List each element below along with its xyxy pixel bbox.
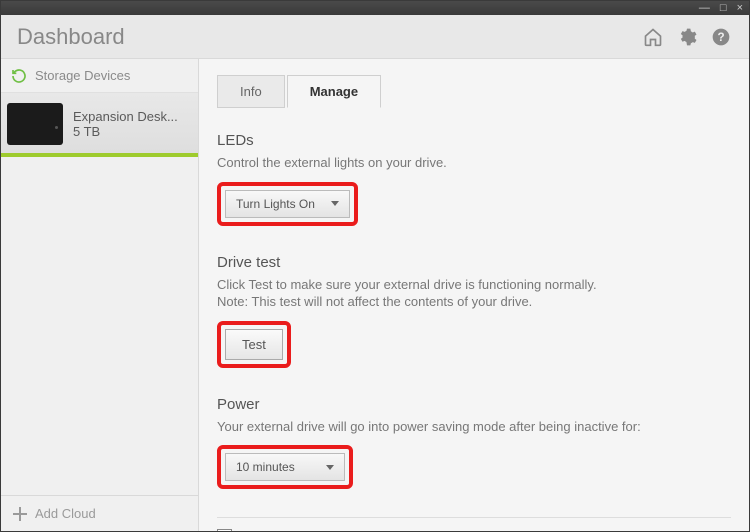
default-backup-checkbox[interactable] bbox=[217, 529, 232, 531]
titlebar: — □ × bbox=[1, 1, 749, 15]
close-button[interactable]: × bbox=[737, 3, 743, 14]
divider bbox=[217, 517, 731, 518]
page-title: Dashboard bbox=[17, 24, 631, 50]
sidebar-header[interactable]: Storage Devices bbox=[1, 59, 198, 93]
drive-test-desc-line1: Click Test to make sure your external dr… bbox=[217, 277, 597, 292]
section-power: Power Your external drive will go into p… bbox=[217, 396, 731, 490]
leds-dropdown-value: Turn Lights On bbox=[236, 197, 315, 211]
tab-info[interactable]: Info bbox=[217, 75, 285, 108]
sidebar-item-device[interactable]: Expansion Desk... 5 TB bbox=[1, 93, 198, 157]
highlight-power: 10 minutes bbox=[217, 445, 353, 489]
device-info: Expansion Desk... 5 TB bbox=[73, 109, 178, 139]
leds-dropdown[interactable]: Turn Lights On bbox=[225, 190, 350, 218]
power-dropdown[interactable]: 10 minutes bbox=[225, 453, 345, 481]
body: Storage Devices Expansion Desk... 5 TB A… bbox=[1, 59, 749, 531]
add-cloud-label: Add Cloud bbox=[35, 506, 96, 521]
tabs: Info Manage bbox=[217, 75, 731, 108]
refresh-icon bbox=[11, 68, 27, 84]
tab-manage[interactable]: Manage bbox=[287, 75, 381, 108]
home-icon[interactable] bbox=[641, 25, 665, 49]
help-icon[interactable]: ? bbox=[709, 25, 733, 49]
default-backup-row: Use this device for default backup bbox=[217, 528, 731, 531]
chevron-down-icon bbox=[326, 465, 334, 470]
device-name: Expansion Desk... bbox=[73, 109, 178, 124]
power-desc: Your external drive will go into power s… bbox=[217, 418, 731, 436]
drive-test-desc: Click Test to make sure your external dr… bbox=[217, 276, 731, 311]
highlight-leds: Turn Lights On bbox=[217, 182, 358, 226]
sidebar-spacer bbox=[1, 157, 198, 495]
drive-test-title: Drive test bbox=[217, 254, 731, 271]
leds-desc: Control the external lights on your driv… bbox=[217, 154, 731, 172]
power-dropdown-value: 10 minutes bbox=[236, 460, 295, 474]
header: Dashboard ? bbox=[1, 15, 749, 59]
section-leds: LEDs Control the external lights on your… bbox=[217, 132, 731, 226]
section-drive-test: Drive test Click Test to make sure your … bbox=[217, 254, 731, 368]
add-cloud-button[interactable]: Add Cloud bbox=[1, 495, 198, 531]
default-backup-label: Use this device for default backup bbox=[238, 528, 448, 531]
leds-title: LEDs bbox=[217, 132, 731, 149]
app-window: — □ × Dashboard ? Storage Devices bbox=[0, 0, 750, 532]
test-button[interactable]: Test bbox=[225, 329, 283, 360]
highlight-test: Test bbox=[217, 321, 291, 368]
gear-icon[interactable] bbox=[675, 25, 699, 49]
device-thumbnail bbox=[7, 103, 63, 145]
content: Info Manage LEDs Control the external li… bbox=[199, 59, 749, 531]
minimize-button[interactable]: — bbox=[699, 3, 710, 14]
sidebar: Storage Devices Expansion Desk... 5 TB A… bbox=[1, 59, 199, 531]
svg-text:?: ? bbox=[717, 31, 724, 44]
plus-icon bbox=[13, 507, 27, 521]
sidebar-header-label: Storage Devices bbox=[35, 68, 130, 83]
maximize-button[interactable]: □ bbox=[720, 3, 727, 14]
power-title: Power bbox=[217, 396, 731, 413]
device-capacity: 5 TB bbox=[73, 124, 178, 139]
drive-test-desc-line2: Note: This test will not affect the cont… bbox=[217, 294, 532, 309]
chevron-down-icon bbox=[331, 201, 339, 206]
